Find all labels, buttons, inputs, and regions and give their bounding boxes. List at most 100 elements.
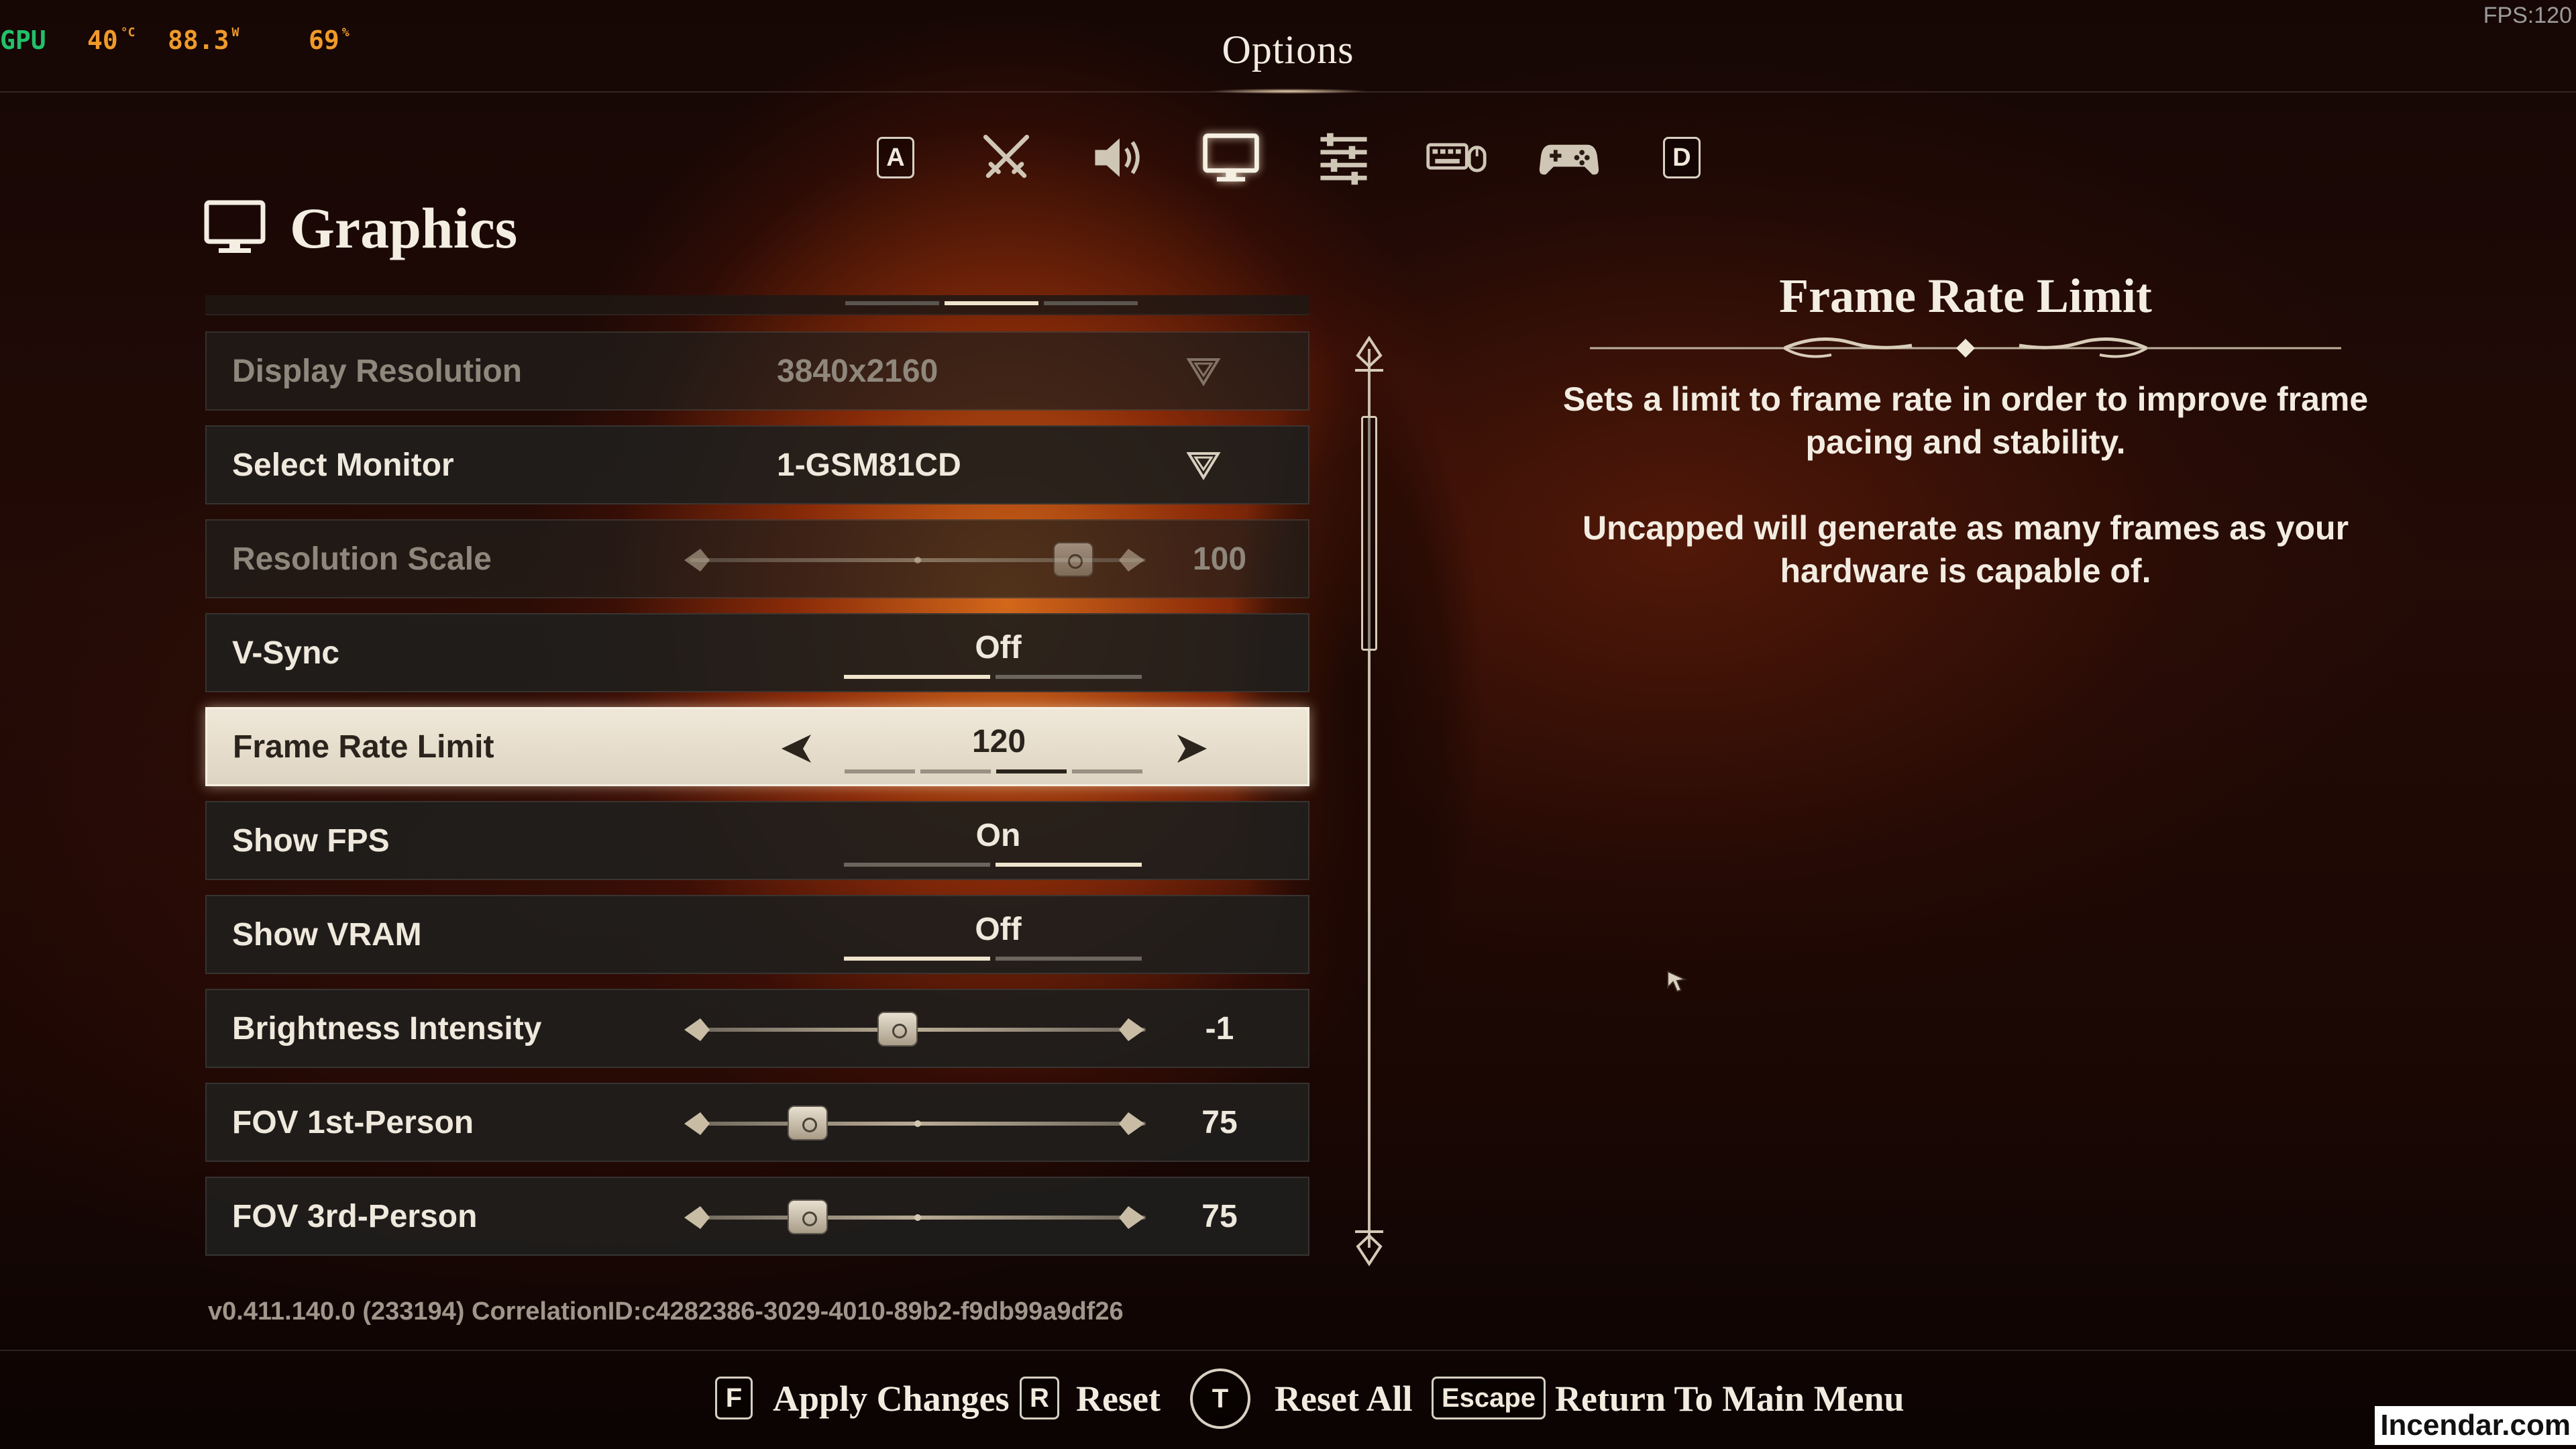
toggle-value: Off [975, 911, 1022, 947]
slider-left-cap-icon [684, 1206, 710, 1229]
selector-indicator [845, 769, 1142, 773]
setting-v-sync[interactable]: V-Sync Off [205, 613, 1309, 692]
slider-left-cap-icon [684, 1112, 710, 1135]
watermark: Incendar.com [2375, 1406, 2576, 1445]
fps-counter: FPS:120 [2483, 3, 2572, 28]
reset-button[interactable]: Reset [1076, 1378, 1161, 1419]
dropdown-value: 3840x2160 [777, 353, 938, 389]
slider-midpoint [914, 1120, 921, 1127]
description-panel: Frame Rate Limit Sets a limit to frame r… [1536, 268, 2395, 592]
toggle-segment [844, 957, 990, 961]
slider-right-cap-icon [1119, 549, 1144, 572]
apply-changes-button[interactable]: Apply Changes [773, 1378, 1010, 1419]
setting-show-vram[interactable]: Show VRAM Off [205, 895, 1309, 974]
toggle-indicator [844, 957, 1142, 961]
setting-display-resolution[interactable]: Display Resolution 3840x2160 [205, 331, 1309, 411]
chevron-down-icon[interactable] [1186, 356, 1221, 388]
setting-fov-1st-person[interactable]: FOV 1st-Person 75 [205, 1083, 1309, 1162]
slider-value: -1 [1205, 1010, 1234, 1046]
monitor-icon [204, 200, 266, 253]
ornament-icon [1590, 337, 2341, 358]
tab-gamepad[interactable] [1532, 124, 1606, 191]
slider-left-cap-icon [684, 549, 710, 572]
toggle-indicator [844, 863, 1142, 867]
setting-label: Display Resolution [232, 353, 523, 389]
description-text-secondary: Uncapped will generate as many frames as… [1582, 509, 2349, 590]
reset-all-key-icon[interactable]: T [1190, 1368, 1250, 1429]
setting-label: Frame Rate Limit [233, 729, 494, 765]
tab-keybinds[interactable] [1419, 124, 1493, 191]
setting-show-fps[interactable]: Show FPS On [205, 801, 1309, 880]
setting-label: FOV 1st-Person [232, 1104, 474, 1140]
page-indicator-1[interactable] [845, 301, 939, 305]
slider-value: 75 [1201, 1104, 1238, 1140]
page-indicator-2[interactable] [945, 301, 1038, 305]
toggle-segment [844, 863, 990, 867]
scrollbar-bottom-cap-icon [1355, 1230, 1383, 1267]
setting-resolution-scale[interactable]: Resolution Scale 100 [205, 519, 1309, 598]
scrollbar-thumb[interactable] [1361, 416, 1377, 651]
options-header: Options [0, 27, 2576, 73]
tab-controls[interactable] [1307, 124, 1381, 191]
slider-knob[interactable] [788, 1199, 828, 1234]
chevron-down-icon[interactable] [1186, 449, 1221, 482]
tab-graphics[interactable] [1194, 124, 1268, 191]
page-indicator-3[interactable] [1044, 301, 1138, 305]
setting-label: FOV 3rd-Person [232, 1198, 478, 1234]
footer-divider [0, 1350, 2576, 1351]
escape-key-icon[interactable]: Escape [1432, 1377, 1546, 1419]
section-title: Graphics [290, 196, 518, 260]
tab-prev-key[interactable]: A [859, 124, 932, 191]
keycap-d-icon: D [1663, 137, 1701, 178]
slider-midpoint [914, 1214, 921, 1221]
tab-audio[interactable] [1081, 124, 1155, 191]
list-top-strip [205, 295, 1309, 315]
toggle-value: Off [975, 629, 1022, 665]
slider-right-cap-icon [1119, 1112, 1144, 1135]
page-title: Options [1222, 28, 1354, 72]
slider-track[interactable] [690, 1028, 1146, 1032]
header-glow [1208, 89, 1368, 94]
apply-key-icon[interactable]: F [715, 1377, 753, 1419]
footer-actions: F Apply Changes R Reset T Reset All Esca… [0, 1368, 2576, 1429]
reset-key-icon[interactable]: R [1020, 1377, 1059, 1419]
tab-gameplay[interactable] [969, 124, 1043, 191]
setting-label: Brightness Intensity [232, 1010, 542, 1046]
setting-fov-3rd-person[interactable]: FOV 3rd-Person 75 [205, 1177, 1309, 1256]
mouse-cursor-icon [1667, 970, 1688, 993]
setting-frame-rate-limit[interactable]: Frame Rate Limit 120 [205, 707, 1309, 786]
version-info: v0.411.140.0 (233194) CorrelationID:c428… [208, 1297, 1124, 1326]
toggle-segment [996, 957, 1142, 961]
toggle-segment [996, 863, 1142, 867]
setting-label: Select Monitor [232, 447, 454, 483]
slider-knob[interactable] [788, 1106, 828, 1140]
slider-value: 75 [1201, 1198, 1238, 1234]
keycap-a-icon: A [877, 137, 914, 178]
setting-select-monitor[interactable]: Select Monitor 1-GSM81CD [205, 425, 1309, 504]
setting-label: Resolution Scale [232, 541, 492, 577]
arrow-right-icon[interactable] [1173, 732, 1211, 765]
slider-knob[interactable] [1053, 542, 1093, 577]
description-text-primary: Sets a limit to frame rate in order to i… [1562, 380, 2369, 461]
tab-next-key[interactable]: D [1645, 124, 1719, 191]
slider-knob[interactable] [877, 1012, 918, 1046]
setting-brightness-intensity[interactable]: Brightness Intensity -1 [205, 989, 1309, 1068]
setting-label: Show FPS [232, 822, 390, 859]
slider-value: 100 [1192, 541, 1247, 577]
sliders-icon [1320, 133, 1367, 185]
arrow-left-icon[interactable] [777, 732, 815, 765]
slider-right-cap-icon [1119, 1206, 1144, 1229]
selector-segment [1072, 769, 1142, 773]
reset-all-button[interactable]: Reset All [1275, 1378, 1412, 1419]
slider-left-cap-icon [684, 1018, 710, 1041]
ornament-divider [1563, 328, 2368, 368]
toggle-indicator [844, 675, 1142, 679]
setting-label: V-Sync [232, 635, 340, 671]
monitor-icon [1203, 133, 1259, 182]
gamepad-icon [1539, 144, 1599, 175]
return-to-main-menu-button[interactable]: Return To Main Menu [1555, 1378, 1904, 1419]
selector-value: 120 [971, 723, 1026, 759]
pagination [845, 301, 1138, 305]
speaker-icon [1095, 138, 1140, 177]
selector-segment [996, 769, 1067, 773]
